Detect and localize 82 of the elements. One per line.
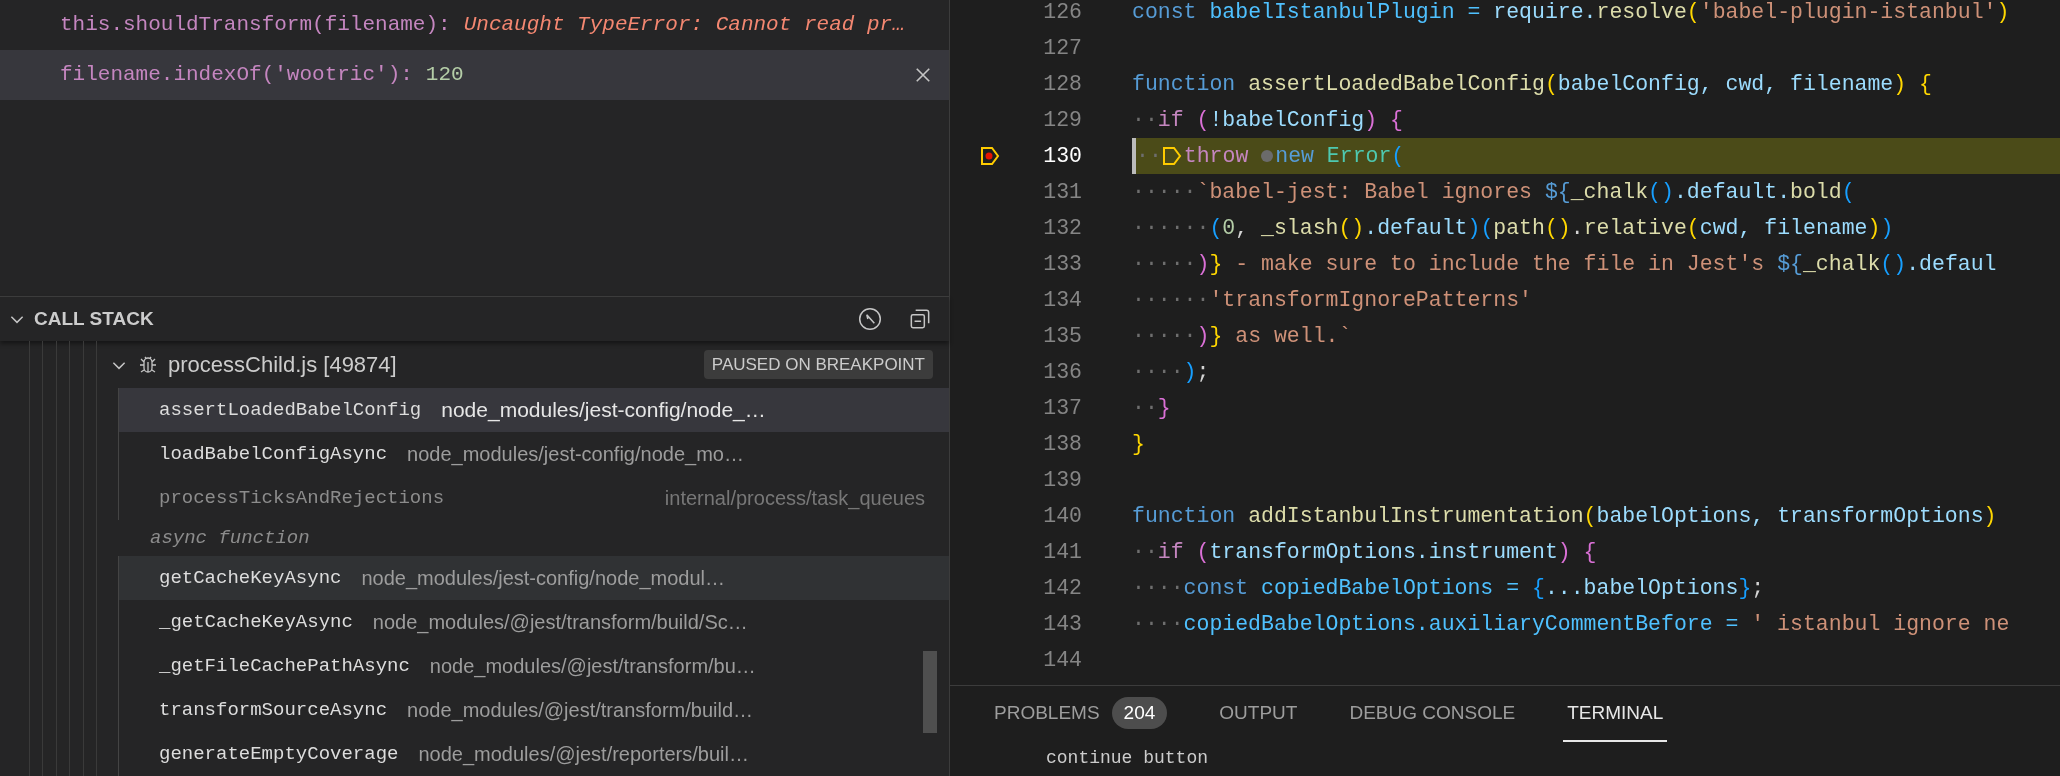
stack-frame[interactable]: loadBabelConfigAsync node_modules/jest-config/node_mo… (118, 432, 949, 476)
line-number: 142 (1042, 574, 1082, 602)
line-number: 137 (1042, 394, 1082, 422)
code-line: ····copiedBabelOptions.auxiliaryCommentBefore = ' istanbul ignore ne (1132, 610, 2011, 638)
frame-name: assertLoadedBabelConfig (159, 397, 422, 423)
watch-item[interactable]: filename.indexOf('wootric'): 120 (0, 50, 949, 100)
line-number: 128 (1042, 70, 1082, 98)
code-line: ·····)} - make sure to include the file in Jest's ${_chalk().defaul (1132, 250, 1998, 278)
frame-name: _getCacheKeyAsync (159, 609, 353, 635)
stack-frame[interactable]: getCacheKeyAsync node_modules/jest-config/node_modul… (118, 556, 949, 600)
frame-name: processTicksAndRejections (159, 485, 445, 511)
code-line: ·····`babel-jest: Babel ignores ${_chalk().default.bold( (1132, 178, 1856, 206)
line-number: 127 (1042, 34, 1082, 62)
section-header[interactable]: CALL STACK (0, 296, 949, 341)
frame-path: node_modules/@jest/transform/build/Sc… (372, 610, 748, 636)
frame-path: node_modules/jest-config/node_mo… (407, 442, 744, 468)
stack-frame[interactable]: processTicksAndRejections internal/process/task_queues (118, 476, 949, 520)
line-number: 134 (1042, 286, 1082, 314)
code-line: ····); (1132, 358, 1211, 386)
code-line: } (1132, 430, 1146, 458)
line-number: 132 (1042, 214, 1082, 242)
panel-tab[interactable]: OUTPUT (1215, 686, 1302, 742)
line-number: 136 (1042, 358, 1082, 386)
frame-name: loadBabelConfigAsync (159, 441, 388, 467)
status-badge: PAUSED ON BREAKPOINT (703, 349, 933, 380)
compass-icon[interactable] (857, 306, 883, 332)
code-line: ······(0, _slash().default)(path().relative(cwd, filename)) (1132, 214, 1895, 242)
panel-tab[interactable]: DEBUG CONSOLE (1345, 686, 1520, 742)
frame-name: getCacheKeyAsync (159, 565, 342, 591)
stack-frame[interactable]: _getCacheKeyAsync node_modules/@jest/transform/build/Sc… (118, 600, 949, 644)
frame-path: internal/process/task_queues (664, 486, 925, 512)
code-line: const babelIstanbulPlugin = require.resolve('babel-plugin-istanbul') (1132, 0, 2011, 26)
section-title: CALL STACK (34, 306, 154, 331)
line-number: 129 (1042, 106, 1082, 134)
line-number: 135 (1042, 322, 1082, 350)
watch-expression: this.shouldTransform(filename): (60, 12, 451, 39)
line-number: 144 (1042, 646, 1082, 674)
line-number: 140 (1042, 502, 1082, 530)
code-line: ·····)} as well.` (1132, 322, 1353, 350)
scrollbar[interactable] (923, 651, 937, 733)
breakpoint-icon[interactable] (980, 145, 1000, 167)
code-line: function addIstanbulInstrumentation(babelOptions, transformOptions) (1132, 502, 1998, 530)
watch-value: 120 (425, 62, 464, 89)
watch-expression: filename.indexOf('wootric'): (60, 62, 413, 89)
tab-label: TERMINAL (1567, 700, 1664, 725)
code-line: ··if (!babelConfig) { (1132, 106, 1404, 134)
tab-label: DEBUG CONSOLE (1349, 700, 1516, 725)
line-number: 141 (1042, 538, 1082, 566)
terminal-text: continue button (1046, 748, 1209, 768)
code-line: ··if (transformOptions.instrument) { (1132, 538, 1598, 566)
tab-label: PROBLEMS (994, 700, 1100, 725)
code-line: function assertLoadedBabelConfig(babelConfig, cwd, filename) { (1132, 70, 1933, 98)
close-icon[interactable] (913, 65, 933, 85)
async-label: async function (150, 525, 310, 551)
code-line: ··} (1132, 394, 1172, 422)
thread-row[interactable]: processChild.js [49874] PAUSED ON BREAKPOINT (110, 341, 949, 388)
line-number: 126 (1042, 0, 1082, 26)
panel-tab[interactable]: TERMINAL (1563, 686, 1668, 742)
current-line-arrow-icon (1161, 145, 1182, 167)
watch-value: Uncaught TypeError: Cannot read pr… (463, 12, 905, 39)
watch-item[interactable]: this.shouldTransform(filename): Uncaught TypeError: Cannot read pr… (0, 0, 949, 50)
frame-path: node_modules/@jest/transform/bu… (429, 654, 756, 680)
frame-path: node_modules/@jest/reporters/buil… (418, 742, 749, 768)
line-number: 133 (1042, 250, 1082, 278)
frame-path: node_modules/jest-config/node_… (441, 397, 766, 424)
panel-tab[interactable]: PROBLEMS 204 (990, 686, 1172, 742)
tab-label: OUTPUT (1219, 700, 1298, 725)
line-number: 139 (1042, 466, 1082, 494)
thread-name: processChild.js [49874] (168, 351, 397, 379)
line-number: 131 (1042, 178, 1082, 206)
code-line: ······'transformIgnorePatterns' (1132, 286, 1533, 314)
frame-name: generateEmptyCoverage (159, 741, 399, 767)
code-line: ····const copiedBabelOptions = {...babelOptions}; (1132, 574, 1766, 602)
frame-name: _getFileCachePathAsync (159, 653, 410, 679)
frame-name: transformSourceAsync (159, 697, 388, 723)
stack-frame[interactable]: assertLoadedBabelConfig node_modules/jest-config/node_… (118, 388, 949, 432)
line-number: 130 (1042, 142, 1082, 170)
frame-path: node_modules/jest-config/node_modul… (361, 566, 725, 592)
line-number: 138 (1042, 430, 1082, 458)
frame-path: node_modules/@jest/transform/build… (407, 698, 754, 724)
line-number: 143 (1042, 610, 1082, 638)
count-badge: 204 (1111, 696, 1168, 730)
